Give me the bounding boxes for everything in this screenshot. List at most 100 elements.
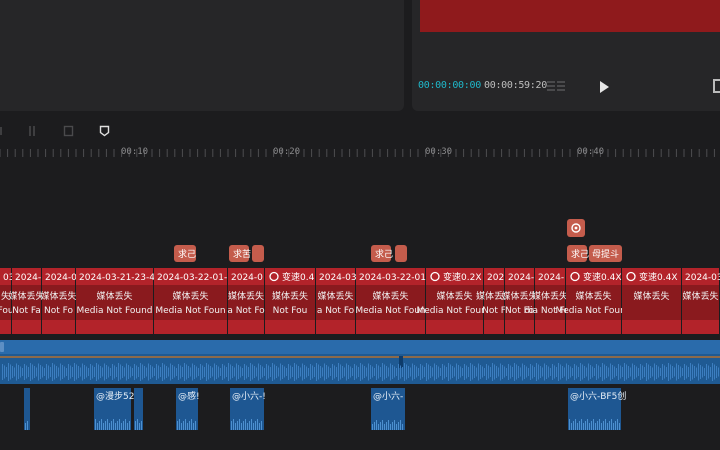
clip-date-label: 2024-0: [45, 273, 77, 283]
waveform-bar: [504, 366, 505, 378]
waveform-bar: [42, 366, 43, 378]
waveform-bar: [578, 367, 579, 377]
waveform-bar: [122, 366, 123, 378]
waveform-bar: [142, 364, 143, 380]
waveform-bar: [672, 366, 673, 378]
waveform-bar: [264, 368, 265, 376]
waveform-bar: [40, 365, 41, 379]
waveform-bar: [130, 366, 131, 378]
effect-clip[interactable]: [395, 245, 407, 262]
audio-clip-label: @小六-: [373, 390, 403, 402]
effect-label: 求己: [571, 248, 589, 260]
waveform-bar: [532, 365, 533, 379]
waveform-bar: [284, 366, 285, 378]
waveform-bar: [584, 366, 585, 378]
waveform-bar: [640, 364, 641, 380]
waveform-bar: [506, 368, 507, 376]
waveform-bar: [154, 368, 155, 376]
waveform-bar: [494, 364, 495, 380]
waveform-bar: [606, 366, 607, 378]
waveform-bar: [396, 368, 397, 376]
lower-waveform-bar: [597, 421, 598, 430]
waveform-bar: [8, 363, 9, 381]
audio-clip-label: @感!: [178, 390, 200, 402]
waveform-bar: [530, 364, 531, 380]
waveform-bar: [442, 364, 443, 380]
lower-waveform-bar: [139, 423, 140, 430]
waveform-bar: [544, 363, 545, 381]
clip-not-found-label: Not Fou: [273, 306, 308, 316]
waveform-bar: [666, 367, 667, 377]
waveform-bar: [630, 367, 631, 377]
waveform-bar: [616, 368, 617, 376]
waveform-bar: [252, 364, 253, 380]
lower-waveform-bar: [185, 419, 186, 430]
lower-waveform-bar: [603, 421, 604, 430]
lower-waveform-bar: [607, 423, 608, 430]
waveform-bar: [702, 366, 703, 378]
waveform-bar: [582, 364, 583, 380]
lower-waveform-bar: [195, 421, 196, 430]
effect-clip[interactable]: [252, 245, 264, 262]
waveform-bar: [594, 368, 595, 376]
waveform-bar: [476, 367, 477, 377]
waveform-bar: [318, 364, 319, 380]
lower-waveform-bar: [605, 419, 606, 430]
waveform-bar: [552, 364, 553, 380]
waveform-bar: [48, 365, 49, 379]
waveform-bar: [280, 363, 281, 381]
waveform-bar: [354, 364, 355, 380]
waveform-bar: [468, 367, 469, 377]
waveform-bar: [706, 364, 707, 380]
waveform-bar: [570, 366, 571, 378]
waveform-bar: [564, 367, 565, 377]
waveform-bar: [622, 367, 623, 377]
effect-label: 求己: [375, 248, 393, 260]
waveform-bar: [366, 367, 367, 377]
waveform-bar: [536, 363, 537, 381]
waveform-bar: [424, 367, 425, 377]
waveform-bar: [460, 366, 461, 378]
clip-lost-label: 媒体丢失: [40, 290, 76, 302]
waveform-bar: [686, 365, 687, 379]
waveform-bar: [94, 367, 95, 377]
waveform-bar: [454, 367, 455, 377]
waveform-bar: [660, 368, 661, 376]
lower-waveform-bar: [125, 419, 126, 430]
waveform-bar: [632, 363, 633, 381]
waveform-bar: [614, 366, 615, 378]
waveform-bar: [216, 365, 217, 379]
clip-not-found-label: Media Not Foun: [355, 306, 425, 316]
waveform-bar: [446, 367, 447, 377]
lower-waveform-bar: [239, 419, 240, 430]
clip-date-label: 2024-: [508, 273, 534, 283]
waveform-bar: [664, 365, 665, 379]
lower-waveform-bar: [127, 423, 128, 430]
lower-waveform-bar: [179, 419, 180, 430]
waveform-bar: [100, 366, 101, 378]
waveform-bar: [592, 366, 593, 378]
waveform-bar: [652, 367, 653, 377]
lower-waveform-bar: [569, 419, 570, 430]
lower-waveform-bar: [599, 419, 600, 430]
waveform-bar: [350, 366, 351, 378]
waveform-bar: [518, 366, 519, 378]
waveform-bar: [102, 367, 103, 377]
waveform-bar: [464, 364, 465, 380]
waveform-bar: [218, 366, 219, 378]
waveform-bar: [12, 366, 13, 378]
waveform-bar: [52, 363, 53, 381]
waveform-bar: [568, 365, 569, 379]
audio-clip-label: @漫步52: [96, 390, 134, 402]
waveform-bar: [712, 363, 713, 381]
waveform-bar: [348, 365, 349, 379]
waveform-bar: [670, 364, 671, 380]
waveform-bar: [164, 364, 165, 380]
waveform-bar: [292, 367, 293, 377]
waveform-bar: [574, 364, 575, 380]
lower-waveform-bar: [396, 424, 397, 430]
waveform-bar: [410, 367, 411, 377]
waveform-line: [0, 356, 720, 358]
clip-date-label: 2024-03: [319, 273, 357, 283]
audio-grip[interactable]: [0, 342, 4, 352]
